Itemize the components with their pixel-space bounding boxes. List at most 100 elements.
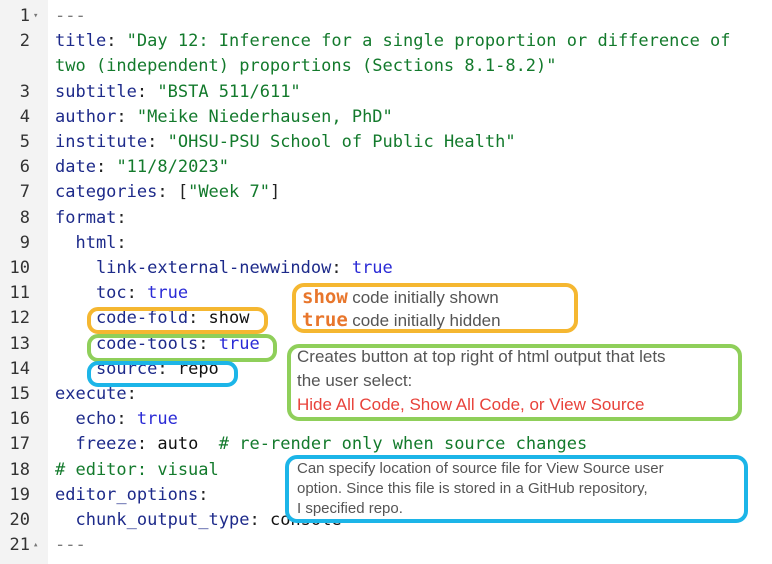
code-token: : — [126, 283, 148, 304]
code-token: : — [116, 207, 127, 228]
line-number: 1 — [19, 6, 30, 26]
line-number: 16 — [9, 409, 30, 430]
code-tools-highlight — [87, 334, 277, 362]
source-note-line2: option. Since this file is stored in a G… — [297, 480, 648, 497]
code-token: subtitle — [55, 81, 137, 102]
code-line[interactable]: --- — [55, 6, 86, 26]
fold-toggle-icon[interactable]: ▾ — [33, 6, 38, 26]
code-token: : [ — [157, 182, 189, 203]
code-token: --- — [55, 535, 86, 556]
source-highlight — [87, 361, 238, 387]
code-token: # re-render only when source changes — [198, 434, 588, 455]
line-number: 8 — [19, 207, 30, 228]
code-token: execute — [55, 384, 127, 404]
tools-note-line1: Creates button at top right of html outp… — [297, 347, 666, 366]
tools-note-line3: Hide All Code, Show All Code, or View So… — [297, 395, 645, 414]
code-token: title — [55, 31, 107, 52]
code-token: link-external-newwindow — [55, 258, 332, 278]
code-fold-highlight — [87, 307, 268, 334]
code-token: categories — [55, 182, 158, 203]
code-line[interactable]: echo: true — [55, 409, 178, 430]
true-note-text: code initially hidden — [352, 311, 501, 330]
code-line[interactable]: html: — [55, 232, 127, 253]
code-token: : — [331, 258, 352, 278]
code-token: "Week 7" — [188, 182, 270, 203]
code-token: institute — [55, 132, 148, 152]
line-number: 3 — [19, 81, 30, 102]
code-token: "Day 12: Inference for a single proporti… — [126, 31, 731, 52]
line-number: 11 — [9, 283, 30, 304]
true-note-line: true code initially hidden — [302, 309, 501, 331]
line-number: 6 — [19, 157, 30, 178]
show-keyword: show — [302, 286, 348, 308]
tools-note-line2: the user select: — [297, 371, 413, 390]
code-token: date — [55, 157, 96, 178]
code-token: : — [136, 434, 158, 455]
code-token: chunk_output_type — [55, 510, 250, 530]
code-token: "OHSU-PSU School of Public Health" — [167, 132, 516, 152]
line-number: 5 — [19, 132, 30, 152]
code-line[interactable]: link-external-newwindow: true — [55, 258, 393, 278]
code-line[interactable]: title: "Day 12: Inference for a single p… — [55, 31, 731, 51]
code-token: : — [249, 510, 270, 530]
line-number: 13 — [9, 333, 30, 354]
code-line[interactable]: # editor: visual — [55, 460, 219, 480]
code-token: : — [116, 232, 127, 253]
code-token: true — [147, 283, 189, 304]
code-token: : — [147, 132, 168, 152]
code-token: author — [55, 106, 117, 127]
code-token: auto — [157, 434, 199, 455]
show-note-line: show code initially shown — [302, 286, 499, 308]
line-number: 4 — [19, 106, 30, 127]
line-number: 21 — [9, 535, 30, 556]
code-line[interactable]: author: "Meike Niederhausen, PhD" — [55, 107, 393, 127]
fold-toggle-icon[interactable]: ▴ — [33, 535, 38, 555]
line-number: 20 — [9, 510, 30, 530]
source-note-line3: I specified repo. — [297, 500, 403, 517]
code-line[interactable]: two (independent) proportions (Sections … — [55, 56, 557, 76]
line-number: 2 — [19, 31, 30, 52]
true-keyword: true — [302, 309, 348, 331]
code-line[interactable]: categories: ["Week 7"] — [55, 182, 280, 202]
source-note-line1: Can specify location of source file for … — [297, 460, 664, 477]
code-token: "11/8/2023" — [116, 157, 230, 178]
code-line[interactable]: subtitle: "BSTA 511/611" — [55, 82, 301, 102]
code-token: : — [116, 106, 137, 127]
line-number: 17 — [9, 434, 30, 455]
code-token: format — [55, 207, 117, 228]
line-number: 10 — [9, 258, 30, 278]
code-line[interactable]: date: "11/8/2023" — [55, 157, 229, 177]
code-token: freeze — [55, 434, 137, 455]
code-token: : — [116, 409, 137, 430]
code-token: echo — [55, 409, 117, 430]
code-line[interactable]: toc: true — [55, 283, 188, 303]
code-token: : — [136, 81, 158, 102]
line-number: 12 — [9, 308, 30, 329]
code-token: toc — [55, 283, 127, 304]
code-token: ] — [269, 182, 281, 203]
line-number: 14 — [9, 358, 30, 379]
code-token: true — [351, 258, 393, 278]
code-line[interactable]: institute: "OHSU-PSU School of Public He… — [55, 132, 516, 152]
code-token: : — [126, 384, 137, 404]
line-number: 19 — [9, 484, 30, 505]
line-number: 9 — [19, 232, 30, 253]
code-token: : — [95, 157, 117, 178]
line-number: 15 — [9, 384, 30, 404]
code-token: true — [136, 409, 178, 430]
code-line[interactable]: execute: — [55, 384, 137, 404]
code-token: "Meike Niederhausen, PhD" — [136, 106, 393, 127]
show-note-text: code initially shown — [352, 288, 499, 307]
code-line[interactable]: format: — [55, 208, 127, 228]
code-line[interactable]: freeze: auto # re-render only when sourc… — [55, 434, 587, 454]
code-token: two (independent) proportions (Sections … — [55, 56, 557, 77]
line-number: 7 — [19, 182, 30, 203]
code-line[interactable]: --- — [55, 535, 86, 555]
line-number: 18 — [9, 459, 30, 480]
code-token: "BSTA 511/611" — [157, 81, 301, 102]
code-token: : — [106, 31, 127, 52]
code-line[interactable]: editor_options: — [55, 485, 209, 505]
code-token: editor_options — [55, 484, 199, 505]
code-token: # editor: visual — [55, 459, 219, 480]
code-token: html — [55, 232, 117, 253]
